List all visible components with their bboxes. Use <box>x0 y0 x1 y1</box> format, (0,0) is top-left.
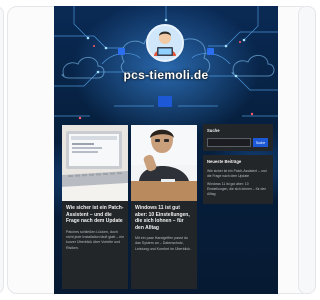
post-title[interactable]: Wie sicher ist ein Patch-Assistent – und… <box>62 201 128 225</box>
post-card[interactable]: Windows 11 ist gut aber: 10 Einstellunge… <box>131 125 197 289</box>
child-at-table-image <box>131 125 197 201</box>
recent-post-link[interactable]: Windows 11 ist gut aber: 10 Einstellunge… <box>207 182 269 197</box>
previous-card-edge <box>0 6 4 294</box>
header-icon-right[interactable] <box>207 48 214 55</box>
post-card[interactable]: Wie sicher ist ein Patch-Assistent – und… <box>62 125 128 289</box>
search-widget: Suche Suche <box>203 124 273 151</box>
post-excerpt: Patches schließen Lücken, doch nicht jed… <box>66 229 124 250</box>
recent-posts-widget: Neueste Beiträge Wie sicher ist ein Patc… <box>203 155 273 204</box>
sidebar: Suche Suche Neueste Beiträge Wie sicher … <box>203 124 273 208</box>
search-input[interactable] <box>207 138 251 147</box>
website-screenshot: pcs-tiemoli.de Wie sicher ist ein Patch-… <box>54 6 278 294</box>
recent-posts-title: Neueste Beiträge <box>207 159 242 164</box>
recent-post-link[interactable]: Wie sicher ist ein Patch-Assistent – und… <box>207 169 269 179</box>
post-thumbnail[interactable] <box>131 125 197 201</box>
post-excerpt: Mit ein paar Handgriffen passt du das Sy… <box>135 236 191 251</box>
next-card-edge <box>298 6 316 294</box>
laptop-on-desk-image <box>62 125 128 201</box>
site-title[interactable]: pcs-tiemoli.de <box>54 68 278 82</box>
header-icon-left[interactable] <box>118 48 125 55</box>
post-title[interactable]: Windows 11 ist gut aber: 10 Einstellunge… <box>131 201 197 231</box>
search-button[interactable]: Suche <box>253 138 268 147</box>
search-widget-title: Suche <box>207 128 220 133</box>
menu-toggle-button[interactable] <box>158 96 172 107</box>
person-at-laptop-icon <box>154 31 176 56</box>
site-logo-avatar[interactable] <box>146 24 184 62</box>
post-thumbnail[interactable] <box>62 125 128 201</box>
